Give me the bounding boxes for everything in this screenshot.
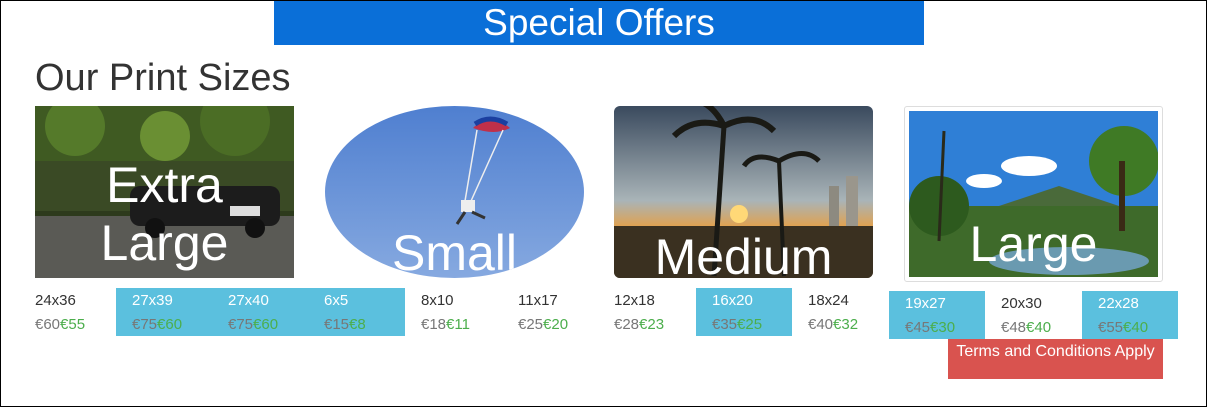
product-image-extra-large[interactable]: Extra Large xyxy=(35,106,294,278)
size-label: 8x10 xyxy=(421,292,454,309)
price: €60€55 xyxy=(35,316,85,333)
size-label: 18x24 xyxy=(808,292,849,309)
size-label: 6x5 xyxy=(324,292,349,309)
price-old: €35 xyxy=(712,316,738,333)
product-label-large: Large xyxy=(969,216,1098,272)
size-label: 19x27 xyxy=(905,295,946,312)
price-old: €45 xyxy=(905,319,931,336)
price-old: €75 xyxy=(228,316,254,333)
price: €45€30 xyxy=(905,319,955,336)
size-label: 12x18 xyxy=(614,292,655,309)
price-new: €25 xyxy=(737,316,763,333)
price-old: €75 xyxy=(132,316,158,333)
size-option-highlighted[interactable]: 6x5 €15€8 xyxy=(308,288,405,336)
price: €28€23 xyxy=(614,316,664,333)
price: €75€60 xyxy=(132,316,182,333)
price-new: €40 xyxy=(1123,319,1149,336)
special-offers-banner[interactable]: Special Offers xyxy=(274,1,924,45)
size-label: 22x28 xyxy=(1098,295,1139,312)
price-new: €55 xyxy=(60,316,86,333)
product-image-large[interactable]: Large xyxy=(904,106,1163,282)
price-new: €40 xyxy=(1026,319,1052,336)
price: €75€60 xyxy=(228,316,278,333)
price-old: €28 xyxy=(614,316,640,333)
price-new: €8 xyxy=(349,316,366,333)
price: €25€20 xyxy=(518,316,568,333)
product-label-medium: Medium xyxy=(654,229,833,278)
size-label: 16x20 xyxy=(712,292,753,309)
size-option-highlighted[interactable]: 16x20 €35€25 xyxy=(696,288,792,336)
product-image-small[interactable]: Small xyxy=(325,106,584,278)
price-old: €18 xyxy=(421,316,447,333)
price-new: €11 xyxy=(446,316,470,333)
price: €48€40 xyxy=(1001,319,1051,336)
price-new: €20 xyxy=(543,316,569,333)
product-label-extra-large: Extra Large xyxy=(100,157,229,271)
terms-notice[interactable]: Terms and Conditions Apply xyxy=(948,339,1163,379)
price: €55€40 xyxy=(1098,319,1148,336)
size-label: 27x39 xyxy=(132,292,173,309)
size-label: 20x30 xyxy=(1001,295,1042,312)
price-new: €32 xyxy=(833,316,859,333)
size-label: 27x40 xyxy=(228,292,269,309)
size-option-highlighted[interactable]: 27x39 €75€60 xyxy=(116,288,212,336)
product-image-medium[interactable]: Medium xyxy=(614,106,873,278)
page-title: Our Print Sizes xyxy=(35,57,291,99)
price-old: €60 xyxy=(35,316,61,333)
price: €18€11 xyxy=(421,316,470,333)
size-label: 24x36 xyxy=(35,292,76,309)
price-old: €40 xyxy=(808,316,834,333)
price: €35€25 xyxy=(712,316,762,333)
price-new: €23 xyxy=(639,316,665,333)
price-old: €48 xyxy=(1001,319,1027,336)
price-old: €55 xyxy=(1098,319,1124,336)
price-old: €15 xyxy=(324,316,350,333)
size-option-highlighted[interactable]: 27x40 €75€60 xyxy=(212,288,308,336)
price-new: €60 xyxy=(253,316,279,333)
price: €15€8 xyxy=(324,316,366,333)
price-new: €30 xyxy=(930,319,956,336)
price-old: €25 xyxy=(518,316,544,333)
size-label: 11x17 xyxy=(518,292,558,309)
product-label-small: Small xyxy=(391,225,518,278)
size-option-highlighted[interactable]: 19x27 €45€30 xyxy=(889,291,985,339)
price: €40€32 xyxy=(808,316,858,333)
size-option[interactable]: 11x17 €25€20 xyxy=(518,288,614,336)
size-option-highlighted[interactable]: 22x28 €55€40 xyxy=(1082,291,1178,339)
size-option[interactable]: 8x10 €18€11 xyxy=(421,288,517,336)
price-new: €60 xyxy=(157,316,183,333)
